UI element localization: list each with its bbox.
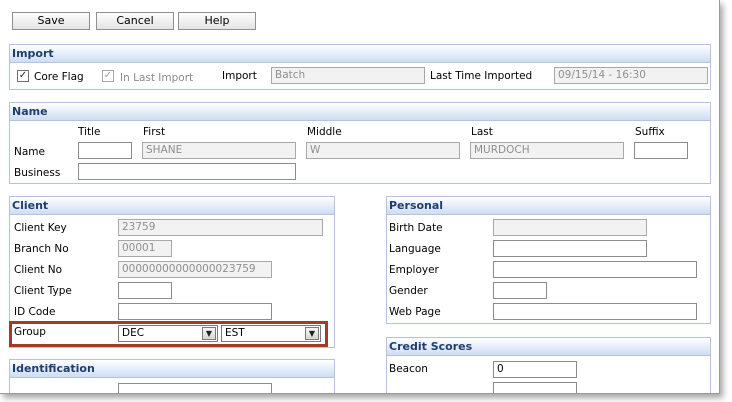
last-column-label: Last xyxy=(471,126,493,138)
id-code-label: ID Code xyxy=(14,306,56,318)
client-type-field[interactable] xyxy=(118,282,172,299)
gender-label: Gender xyxy=(389,285,428,297)
credit-score-field[interactable] xyxy=(493,382,577,393)
suffix-field[interactable] xyxy=(634,142,688,159)
web-page-field[interactable] xyxy=(493,303,697,320)
client-panel-header: Client xyxy=(10,197,334,215)
suffix-column-label: Suffix xyxy=(635,126,665,138)
name-label: Name xyxy=(14,146,45,158)
identification-panel: Identification xyxy=(9,359,335,393)
client-edit-form: Save Cancel Help Import ✓ Core Flag ✓ In… xyxy=(0,0,720,394)
business-label: Business xyxy=(14,167,61,179)
branch-no-label: Branch No xyxy=(14,243,69,255)
in-last-import-checkbox: ✓ xyxy=(102,70,114,82)
credit-scores-panel-header: Credit Scores xyxy=(387,338,710,356)
web-page-label: Web Page xyxy=(389,306,441,318)
check-icon: ✓ xyxy=(103,70,113,81)
credit-scores-panel: Credit Scores Beacon 0 xyxy=(386,337,711,393)
in-last-import-label: In Last Import xyxy=(120,72,194,84)
last-time-imported-field[interactable]: 09/15/14 - 16:30 xyxy=(554,67,708,84)
language-label: Language xyxy=(389,243,441,255)
first-name-field[interactable]: SHANE xyxy=(142,142,296,159)
middle-name-field[interactable]: W xyxy=(306,142,460,159)
last-time-imported-label: Last Time Imported xyxy=(430,70,533,82)
employer-field[interactable] xyxy=(493,261,697,278)
last-name-field[interactable]: MURDOCH xyxy=(470,142,624,159)
gender-field[interactable] xyxy=(493,282,547,299)
client-key-field[interactable]: 23759 xyxy=(118,219,323,236)
save-button[interactable]: Save xyxy=(12,12,90,30)
client-no-field[interactable]: 00000000000000023759 xyxy=(118,261,272,278)
help-button[interactable]: Help xyxy=(178,12,256,30)
group-row-highlight xyxy=(9,321,328,347)
identification-panel-header: Identification xyxy=(10,360,334,378)
employer-label: Employer xyxy=(389,264,439,276)
core-flag-checkbox[interactable]: ✓ xyxy=(17,70,29,82)
title-column-label: Title xyxy=(78,126,101,138)
import-label: Import xyxy=(222,70,257,82)
import-field[interactable]: Batch xyxy=(271,67,425,84)
personal-panel: Personal Birth Date Language Employer Ge… xyxy=(386,196,711,324)
client-type-label: Client Type xyxy=(14,285,72,297)
birth-date-label: Birth Date xyxy=(389,222,443,234)
name-panel-header: Name xyxy=(10,103,710,121)
branch-no-field[interactable]: 00001 xyxy=(118,240,172,257)
cancel-button[interactable]: Cancel xyxy=(96,12,174,30)
birth-date-field[interactable] xyxy=(493,219,647,236)
identification-field[interactable] xyxy=(118,383,272,393)
language-field[interactable] xyxy=(493,240,647,257)
core-flag-label: Core Flag xyxy=(34,71,84,83)
client-key-label: Client Key xyxy=(14,222,67,234)
import-panel: Import ✓ Core Flag ✓ In Last Import Impo… xyxy=(9,44,711,90)
id-code-field[interactable] xyxy=(118,303,272,320)
personal-panel-header: Personal xyxy=(387,197,710,215)
import-panel-header: Import xyxy=(10,45,710,63)
business-field[interactable] xyxy=(78,163,296,180)
check-icon: ✓ xyxy=(18,70,28,81)
beacon-label: Beacon xyxy=(389,363,428,375)
beacon-field[interactable]: 0 xyxy=(493,361,577,378)
first-column-label: First xyxy=(143,126,166,138)
title-field[interactable] xyxy=(78,142,132,159)
middle-column-label: Middle xyxy=(307,126,342,138)
name-panel: Name Title First Middle Last Suffix Name… xyxy=(9,102,711,184)
client-no-label: Client No xyxy=(14,264,63,276)
